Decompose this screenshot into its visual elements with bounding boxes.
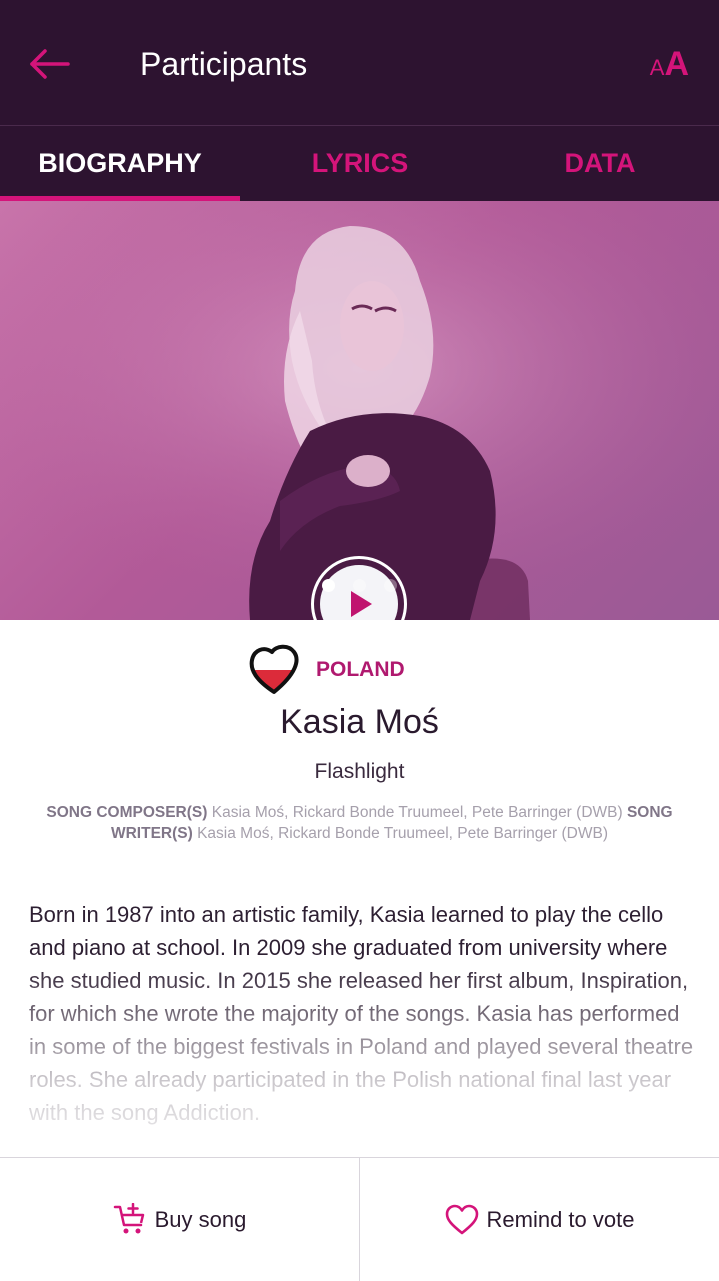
- song-title: Flashlight: [314, 760, 405, 783]
- tab-lyrics[interactable]: LYRICS: [240, 126, 480, 201]
- tab-biography[interactable]: BIOGRAPHY: [0, 126, 240, 201]
- carousel-indicator: [0, 575, 719, 595]
- poland-heart-flag-icon: [249, 644, 299, 694]
- app-header: Participants AA: [0, 0, 719, 125]
- country-row: POLAND: [0, 640, 719, 702]
- buy-song-button[interactable]: Buy song: [0, 1158, 359, 1281]
- arrow-left-icon: [30, 49, 70, 79]
- remind-to-vote-label: Remind to vote: [486, 1206, 635, 1232]
- add-to-cart-icon: [113, 1202, 144, 1233]
- song-credits: SONG COMPOSER(S) Kasia Moś, Rickard Bond…: [20, 802, 699, 844]
- font-size-large-label: A: [664, 45, 689, 83]
- composer-label: SONG COMPOSER(S): [46, 804, 208, 821]
- remind-to-vote-button[interactable]: Remind to vote: [360, 1158, 719, 1281]
- artist-photo-carousel[interactable]: [0, 201, 719, 620]
- country-name: POLAND: [316, 658, 405, 681]
- tab-data[interactable]: DATA: [480, 126, 719, 201]
- font-size-button[interactable]: AA: [650, 44, 689, 91]
- composer-names: Kasia Moś, Rickard Bonde Truumeel, Pete …: [211, 804, 623, 821]
- writer-label-part-1: SONG: [626, 804, 673, 821]
- writer-label-part-2: WRITER(S): [110, 825, 193, 842]
- page-title: Participants: [140, 46, 308, 82]
- carousel-dot-2[interactable]: [353, 579, 366, 592]
- biography-text: Born in 1987 into an artistic family, Ka…: [29, 902, 694, 1125]
- carousel-dot-1[interactable]: [322, 579, 335, 592]
- font-size-small-label: A: [649, 55, 665, 80]
- writer-names: Kasia Moś, Rickard Bonde Truumeel, Pete …: [197, 825, 608, 842]
- buy-song-label: Buy song: [154, 1206, 247, 1232]
- back-button[interactable]: [28, 44, 72, 84]
- heart-icon: [445, 1204, 478, 1234]
- artist-name: Kasia Moś: [280, 703, 439, 741]
- carousel-dot-3[interactable]: [384, 579, 397, 592]
- tab-bar: BIOGRAPHY LYRICS DATA: [0, 126, 719, 201]
- bottom-action-bar: Buy song Remind to vote: [0, 1157, 719, 1281]
